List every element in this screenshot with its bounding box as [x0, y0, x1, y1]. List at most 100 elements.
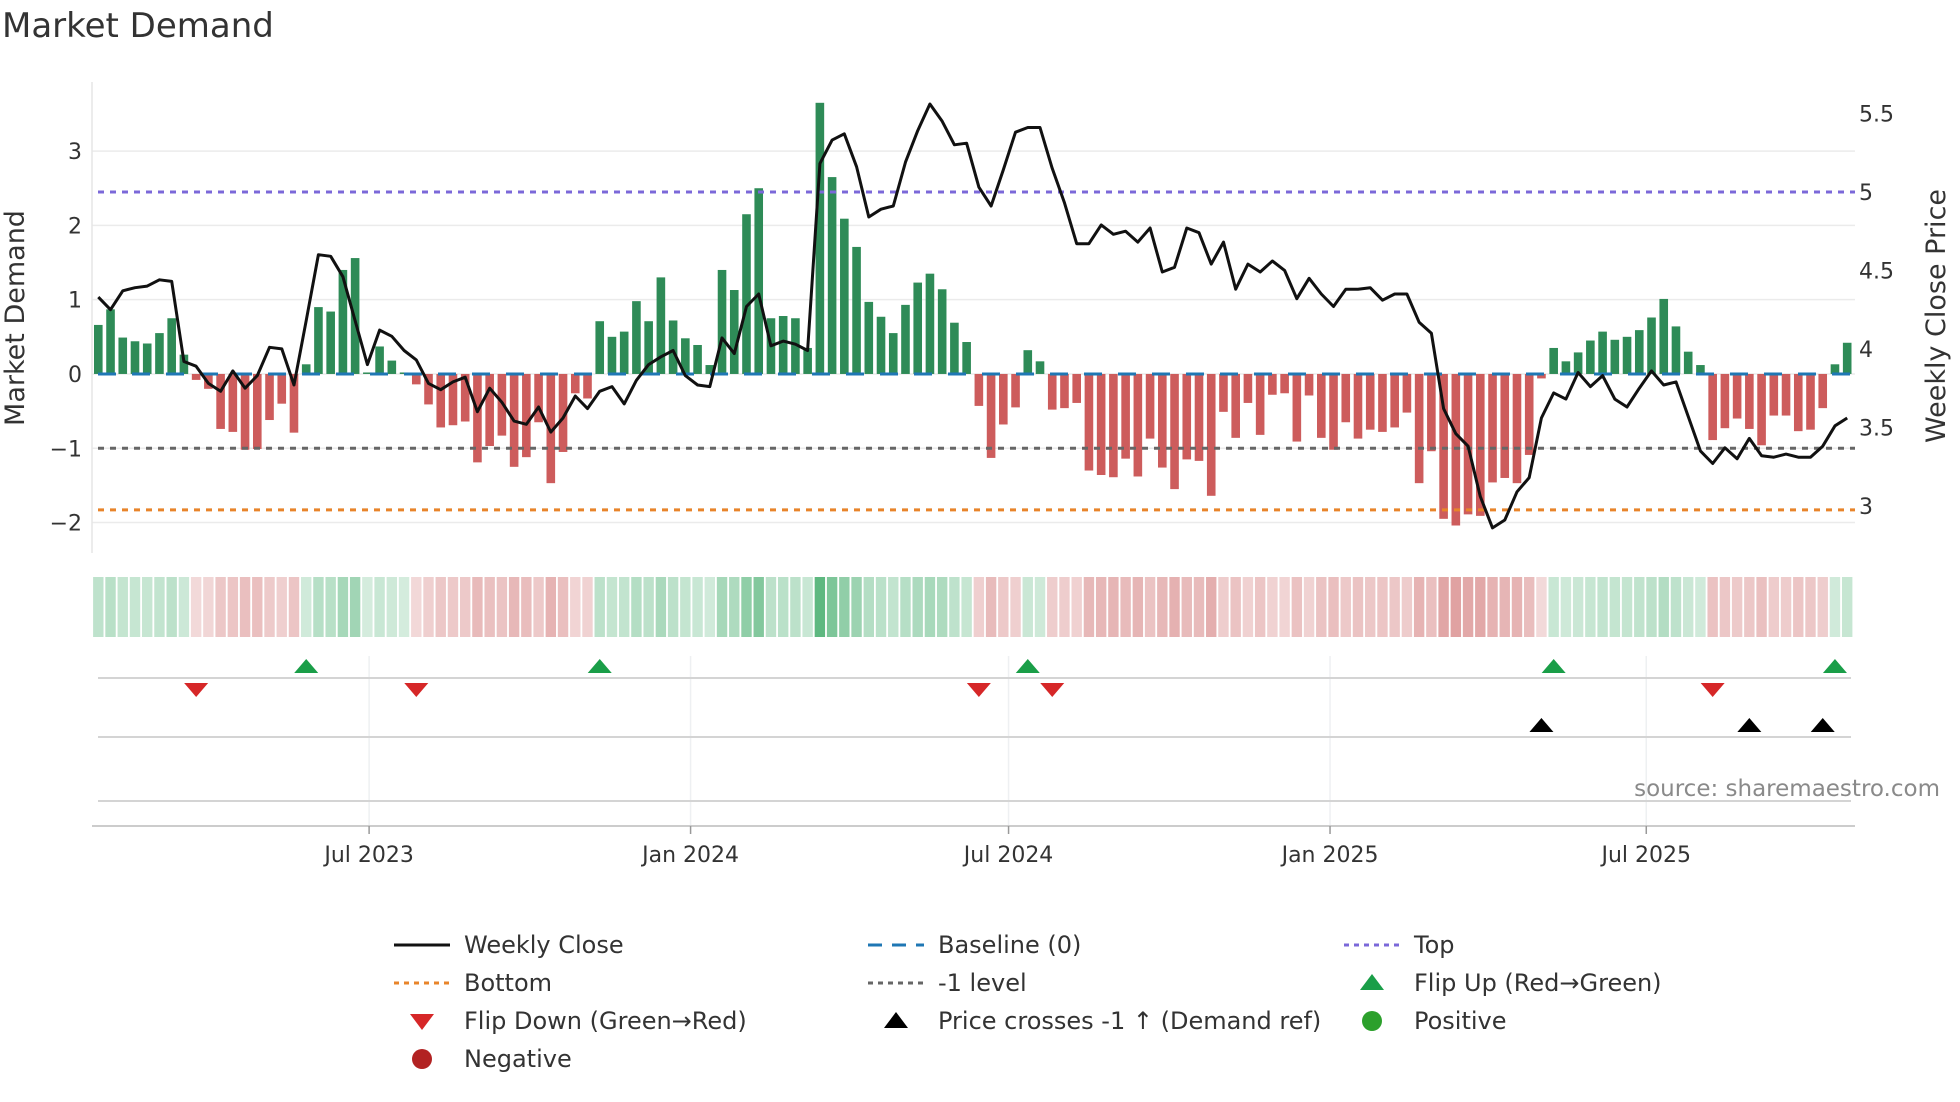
demand-strip-cell	[1536, 577, 1547, 637]
demand-strip-cell	[1817, 577, 1828, 637]
demand-strip-cell	[1352, 577, 1364, 637]
demand-strip-cell	[1829, 577, 1841, 637]
demand-bar-positive	[1647, 317, 1656, 374]
demand-bar-positive	[619, 331, 629, 374]
demand-bar-positive	[1561, 361, 1571, 374]
demand-strip-cell	[1401, 577, 1413, 637]
demand-strip-cell	[1462, 577, 1474, 637]
demand-strip-cell	[142, 577, 153, 637]
demand-strip-cell	[802, 577, 813, 637]
demand-strip-cell	[166, 577, 177, 637]
demand-strip-cell	[190, 577, 202, 637]
demand-strip-cell	[288, 577, 300, 637]
demand-strip-cell	[1010, 577, 1021, 637]
demand-strip-cell	[496, 577, 508, 637]
demand-strip-cell	[1707, 577, 1718, 637]
flip-up-marker	[1822, 659, 1847, 673]
y2-tick-label: 3.5	[1859, 416, 1894, 441]
demand-strip-cell	[1047, 577, 1058, 637]
demand-strip-cell	[1377, 577, 1388, 637]
y2-tick-label: 3	[1859, 495, 1873, 520]
demand-bar-positive	[118, 337, 128, 374]
demand-bar-positive	[876, 316, 886, 374]
demand-strip-cell	[973, 577, 985, 637]
demand-strip-cell	[839, 577, 850, 637]
demand-bar-positive	[913, 282, 923, 374]
source-label: source: sharemaestro.com	[1634, 776, 1940, 802]
demand-bar-negative	[583, 373, 592, 399]
demand-strip-cell	[545, 577, 557, 637]
demand-strip-cell	[777, 577, 789, 637]
demand-strip-cell	[1340, 577, 1351, 637]
demand-strip-cell	[1768, 577, 1780, 637]
demand-strip-cell	[716, 577, 728, 637]
demand-bar-positive	[1023, 350, 1033, 374]
demand-bar-negative	[1769, 373, 1779, 416]
demand-bar-positive	[1586, 340, 1595, 374]
demand-bar-positive	[864, 301, 874, 374]
demand-strip-cell	[1585, 577, 1596, 637]
demand-strip-cell	[1670, 577, 1682, 637]
demand-strip-cell	[1805, 577, 1816, 637]
demand-strip-cell	[533, 577, 544, 637]
demand-bar-positive	[1659, 298, 1669, 374]
demand-strip-cell	[386, 577, 398, 637]
x-tick-label: Jul 2023	[322, 843, 414, 868]
demand-bar-negative	[1818, 373, 1828, 409]
demand-bar-positive	[632, 301, 641, 374]
demand-strip-cell	[1572, 577, 1584, 637]
weekly-close-line	[97, 102, 1849, 530]
demand-bar-negative	[1512, 373, 1522, 484]
x-tick-label: Jan 2025	[1280, 843, 1379, 868]
demand-bar-negative	[216, 373, 225, 429]
demand-bar-negative	[265, 373, 274, 421]
demand-bar-positive	[167, 318, 176, 374]
demand-bar-negative	[1268, 373, 1277, 395]
demand-bar-negative	[1060, 373, 1069, 409]
demand-strip-cell	[655, 577, 667, 637]
demand-bar-negative	[1145, 373, 1155, 439]
demand-bar-positive	[888, 333, 898, 374]
demand-strip-cell	[460, 577, 471, 637]
demand-strip-cell	[1499, 577, 1510, 637]
demand-strip-cell	[667, 577, 679, 637]
demand-strip-cell	[105, 577, 116, 637]
demand-bar-negative	[522, 373, 531, 458]
demand-strip-cell	[729, 577, 740, 637]
demand-strip-cell	[1022, 577, 1033, 637]
demand-bar-negative	[1109, 373, 1118, 478]
flip-up-marker	[587, 659, 612, 673]
demand-strip-cell	[178, 577, 190, 637]
demand-strip-cell	[912, 577, 923, 637]
price-cross-marker	[1529, 718, 1554, 732]
demand-strip-cell	[1548, 577, 1559, 637]
demand-bar-negative	[1757, 373, 1766, 446]
demand-bar-negative	[1708, 373, 1717, 441]
flip-up-marker	[294, 659, 319, 673]
demand-strip-cell	[1560, 577, 1572, 637]
demand-bar-positive	[1671, 326, 1681, 374]
demand-strip-cell	[790, 577, 801, 637]
demand-strip-cell	[447, 577, 459, 637]
demand-bar-negative	[1182, 373, 1192, 460]
demand-strip-cell	[1426, 577, 1437, 637]
demand-strip-cell	[1487, 577, 1498, 637]
demand-strip-cell	[924, 577, 936, 637]
demand-bar-negative	[228, 373, 238, 432]
demand-strip-cell	[472, 577, 483, 637]
demand-strip-cell	[1524, 577, 1535, 637]
demand-strip-cell	[1095, 577, 1107, 637]
demand-bar-positive	[314, 307, 323, 374]
demand-bar-positive	[925, 273, 935, 374]
demand-bar-negative	[1745, 373, 1754, 429]
demand-strip-cell	[875, 577, 887, 637]
demand-strip-cell	[1328, 577, 1339, 637]
demand-bar-negative	[570, 373, 580, 394]
demand-bar-positive	[326, 311, 335, 374]
y-tick-label: 1	[68, 289, 82, 314]
demand-strip-cell	[1144, 577, 1156, 637]
demand-strip-cell	[1291, 577, 1303, 637]
price-cross-marker	[1737, 718, 1762, 732]
demand-bar-negative	[411, 373, 421, 385]
y-axis-title: Market Demand	[0, 210, 31, 426]
